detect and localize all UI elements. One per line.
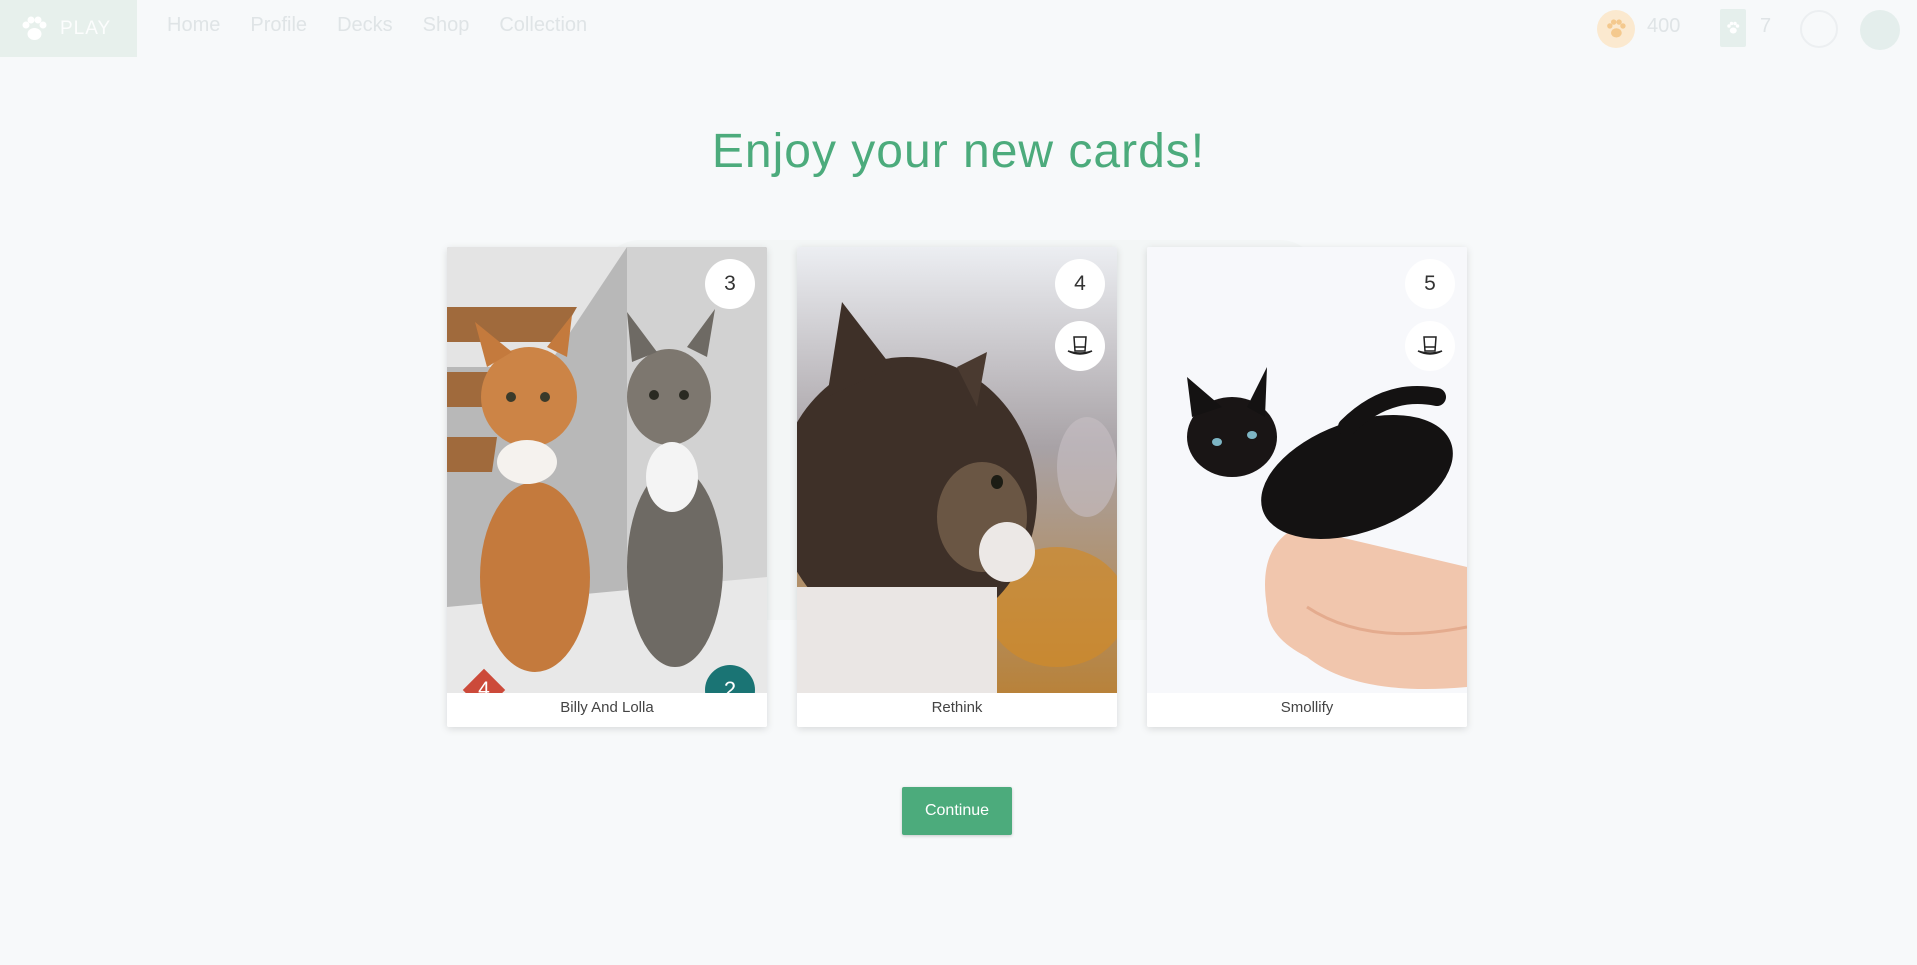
avatar[interactable] bbox=[1860, 10, 1900, 50]
card[interactable]: 4 Rethink bbox=[797, 247, 1117, 727]
top-hat-icon bbox=[1417, 336, 1443, 355]
nav-link-decks[interactable]: Decks bbox=[337, 14, 393, 37]
card-image bbox=[447, 247, 767, 693]
card-image bbox=[797, 247, 1117, 693]
ability-badge bbox=[1405, 321, 1455, 371]
play-button[interactable]: PLAY bbox=[0, 0, 137, 57]
cost-badge: 5 bbox=[1405, 259, 1455, 309]
top-hat-icon bbox=[1067, 336, 1093, 355]
card-image bbox=[1147, 247, 1467, 693]
card-name: Smollify bbox=[1147, 693, 1467, 727]
cost-badge: 4 bbox=[1055, 259, 1105, 309]
card-name: Billy And Lolla bbox=[447, 693, 767, 727]
cost-badge: 3 bbox=[705, 259, 755, 309]
deck-icon bbox=[1720, 9, 1746, 47]
card[interactable]: 5 Smollify bbox=[1147, 247, 1467, 727]
deck-count: 7 bbox=[1760, 15, 1772, 37]
ability-badge bbox=[1055, 321, 1105, 371]
nav-link-profile[interactable]: Profile bbox=[250, 14, 307, 37]
coin-icon bbox=[1597, 10, 1635, 48]
settings-icon[interactable] bbox=[1800, 10, 1838, 48]
nav-link-home[interactable]: Home bbox=[167, 14, 220, 37]
top-navigation: PLAY Home Profile Decks Shop Collection … bbox=[0, 0, 1917, 57]
nav-link-shop[interactable]: Shop bbox=[423, 14, 470, 37]
card-name: Rethink bbox=[797, 693, 1117, 727]
continue-button[interactable]: Continue bbox=[902, 787, 1012, 835]
nav-links: Home Profile Decks Shop Collection bbox=[167, 14, 617, 37]
nav-link-collection[interactable]: Collection bbox=[499, 14, 587, 37]
coin-count: 400 bbox=[1647, 15, 1681, 37]
page-title: Enjoy your new cards! bbox=[711, 125, 1206, 178]
card[interactable]: 3 4 2 Billy And Lolla bbox=[447, 247, 767, 727]
paw-icon bbox=[22, 16, 47, 40]
play-label: PLAY bbox=[60, 17, 112, 39]
